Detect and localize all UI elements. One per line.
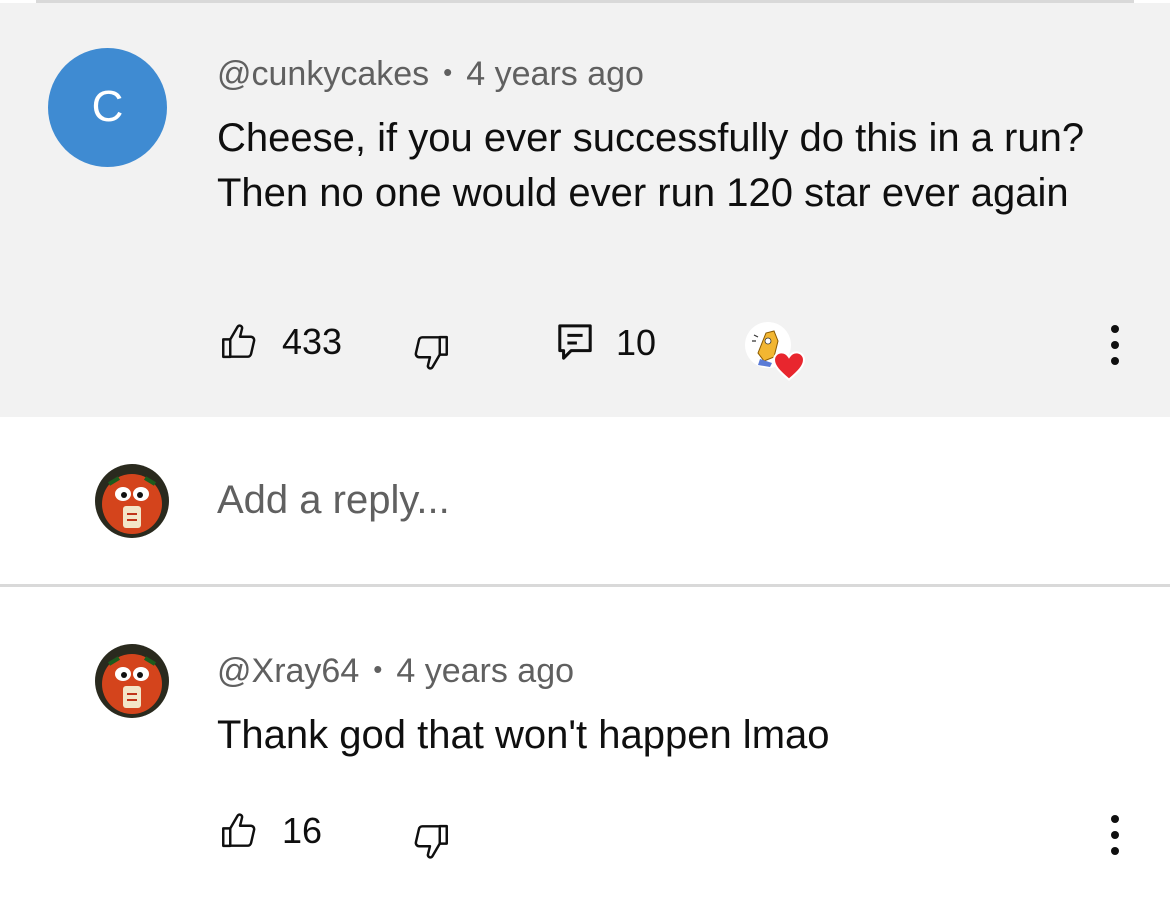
reply-text: Thank god that won't happen lmao: [217, 713, 830, 757]
reply-like-button[interactable]: 16: [218, 810, 322, 852]
user-avatar: [95, 464, 169, 538]
comment-author[interactable]: @cunkycakes: [217, 55, 429, 93]
comment-time: 4 years ago: [466, 55, 644, 93]
meta-separator: •: [373, 654, 383, 684]
reply-meta: @Xray64 • 4 years ago: [217, 652, 574, 691]
reply-time: 4 years ago: [396, 652, 575, 690]
meta-separator: •: [443, 57, 453, 87]
reply-more-options-button[interactable]: [1105, 815, 1125, 855]
reply-author[interactable]: @Xray64: [217, 652, 359, 690]
reply-like-count: 16: [282, 810, 323, 851]
more-vertical-icon: [1111, 325, 1119, 333]
dislike-button[interactable]: [410, 331, 452, 373]
reply-count: 10: [616, 322, 657, 363]
thumbs-down-icon: [410, 820, 452, 862]
crash-avatar-icon: [95, 644, 169, 718]
avatar[interactable]: C: [48, 48, 167, 167]
reply-avatar[interactable]: [95, 644, 169, 718]
comment-meta: @cunkycakes • 4 years ago: [217, 55, 644, 94]
reply-dislike-button[interactable]: [410, 820, 452, 862]
like-button[interactable]: 433: [218, 321, 342, 363]
add-reply-input[interactable]: Add a reply...: [217, 478, 450, 523]
thumbs-down-icon: [410, 331, 452, 373]
more-vertical-icon: [1111, 815, 1119, 823]
heart-icon: [772, 351, 806, 381]
more-options-button[interactable]: [1105, 325, 1125, 365]
reply-comment-icon: [556, 322, 594, 364]
crash-avatar-icon: [95, 464, 169, 538]
like-count: 433: [282, 321, 343, 362]
reply-button[interactable]: 10: [556, 322, 656, 364]
creator-heart-badge: [744, 319, 808, 383]
thumbs-up-icon: [218, 321, 260, 363]
thumbs-up-icon: [218, 810, 260, 852]
highlighted-comment: C @cunkycakes • 4 years ago Cheese, if you…: [0, 3, 1170, 417]
comment-text: Cheese, if you ever successfully do this…: [217, 116, 1085, 215]
reply-divider: [0, 584, 1170, 587]
